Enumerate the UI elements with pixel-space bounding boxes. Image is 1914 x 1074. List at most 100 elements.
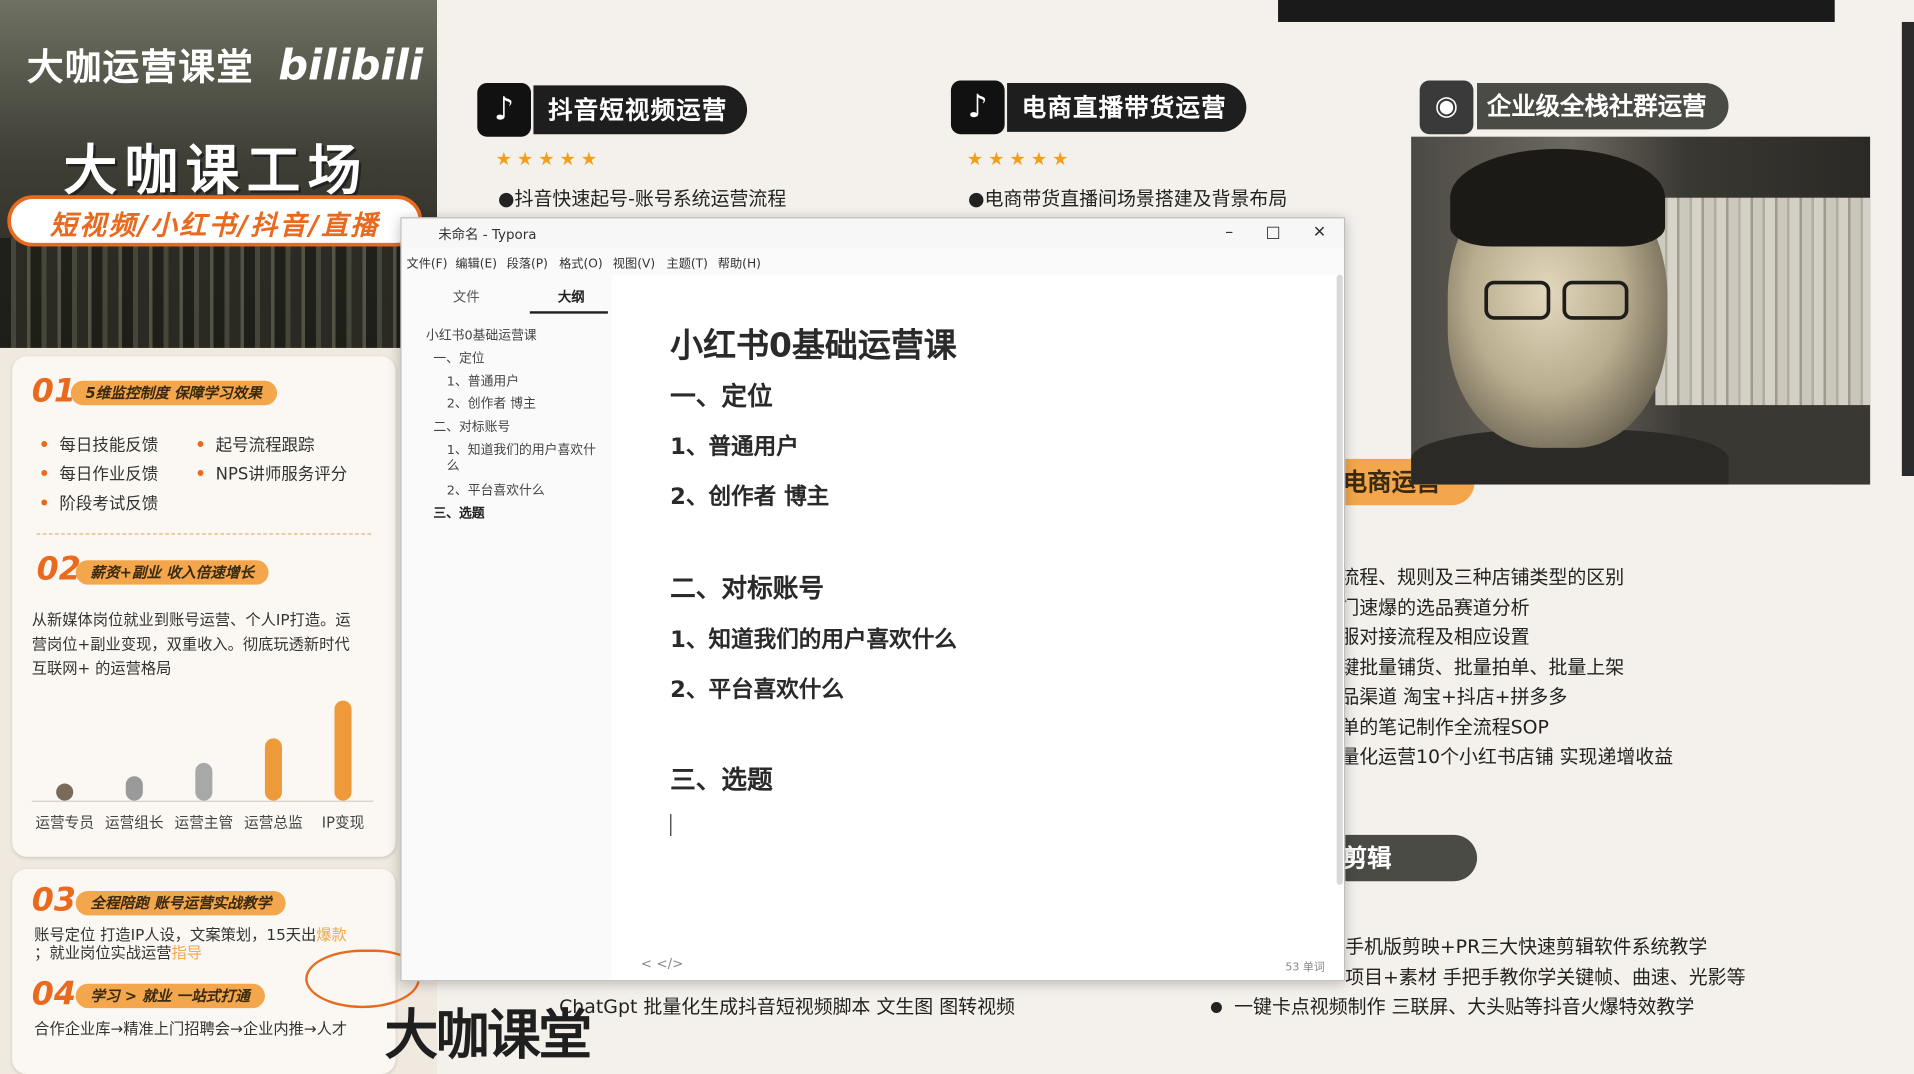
chart-bar: [125, 775, 143, 801]
minimize-icon[interactable]: –: [1207, 221, 1251, 245]
bullet-dot-icon: [1210, 1002, 1222, 1014]
typora-window[interactable]: 未命名 - Typora – □ ✕ 文件(F) 编辑(E) 段落(P) 格式(…: [400, 217, 1346, 982]
bullet-item: • 阶段考试反馈: [39, 494, 159, 514]
close-icon[interactable]: ✕: [1298, 221, 1342, 245]
chart-category-label: 运营主管: [174, 814, 234, 832]
course-line: 手机版剪映+PR三大快速剪辑软件系统教学: [1345, 936, 1708, 959]
section-title: 薪资+副业 收入倍速增长: [75, 560, 269, 585]
menu-help[interactable]: 帮助(H): [718, 253, 761, 271]
chart-category-label: 运营组长: [104, 814, 164, 832]
right-dark-edge: [1901, 21, 1914, 476]
tiktok-icon: ♪: [477, 82, 532, 137]
section-number: 03: [31, 882, 76, 920]
outline-item-active[interactable]: 三、选题: [433, 507, 484, 523]
course-line: 一键卡点视频制作 三联屏、大头贴等抖音火爆特效教学: [1210, 992, 1694, 1019]
maximize-icon[interactable]: □: [1251, 221, 1295, 245]
editor-area[interactable]: 小红书0基础运营课 一、定位 1、普通用户 2、创作者 博主 二、对标账号 1、…: [611, 274, 1335, 981]
course-title: 企业级全栈社群运营: [1477, 82, 1729, 130]
chart-category-label: IP变现: [321, 814, 365, 832]
course-line: 键批量铺货、批量拍单、批量上架: [1340, 656, 1625, 679]
window-title: 未命名 - Typora: [438, 227, 537, 243]
section-text: 互联网+ 的运营格局: [31, 659, 172, 678]
doc-heading[interactable]: 二、对标账号: [670, 569, 824, 606]
bilibili-logo: bilibili: [278, 41, 424, 91]
rating-stars: ★★★★★: [966, 147, 1074, 170]
course-line: 门速爆的选品赛道分析: [1340, 596, 1530, 619]
menu-format[interactable]: 格式(O): [559, 253, 603, 271]
text-caret: [670, 814, 672, 837]
promo-left-panel: 大咖运营课堂 bilibili 大咖课工场 短视频/小红书/抖音/直播 01 5…: [0, 0, 438, 1074]
course-line: ChatGpt 批量化生成抖音短视频脚本 文生图 图转视频: [559, 995, 1015, 1018]
window-titlebar[interactable]: 未命名 - Typora – □ ✕: [401, 218, 1344, 248]
doc-heading[interactable]: 三、选题: [670, 760, 773, 797]
menu-view[interactable]: 视图(V): [613, 253, 655, 271]
chart-bar: [334, 700, 352, 801]
webcam-video-overlay: [1411, 136, 1871, 485]
chart-bar: [264, 738, 282, 801]
section-text: 从新媒体岗位就业到账号运营、个人IP打造。运: [31, 610, 351, 629]
scrollbar[interactable]: [1336, 274, 1343, 885]
presenter-hair: [1450, 148, 1666, 247]
outline-item[interactable]: 2、创作者 博主: [447, 397, 536, 413]
bullet-item: • 每日技能反馈: [39, 435, 159, 456]
brand-logo-text: 大咖运营课堂: [26, 46, 254, 90]
outline-item[interactable]: 一、定位: [433, 352, 484, 368]
tab-files[interactable]: 文件: [453, 287, 480, 307]
course-line: ●抖音快速起号-账号系统运营流程: [498, 187, 787, 210]
chart-bar: [56, 783, 74, 801]
hero-banner-area: 大咖运营课堂 bilibili 大咖课工场 短视频/小红书/抖音/直播: [0, 0, 438, 348]
section-text: 营岗位+副业变现，双重收入。彻底玩透新时代: [31, 634, 350, 653]
doc-subheading[interactable]: 2、创作者 博主: [670, 480, 829, 512]
doc-title[interactable]: 小红书0基础运营课: [670, 319, 957, 367]
glasses-icon: [1562, 280, 1629, 320]
outline-item[interactable]: 二、对标账号: [433, 420, 510, 436]
section-text: 合作企业库→精准上门招聘会→企业内推→人才: [34, 1019, 348, 1038]
top-dark-bar: [1278, 0, 1835, 22]
section-number: 02: [36, 551, 81, 589]
chart-bar: [195, 763, 213, 801]
active-tab-indicator: [529, 311, 608, 314]
course-line: 项目+素材 手把手教你学关键帧、曲速、光影等: [1345, 966, 1746, 989]
course-line: ●电商带货直播间场景搭建及背景布局: [968, 187, 1288, 210]
tab-outline[interactable]: 大纲: [558, 287, 585, 307]
course-line: 品渠道 淘宝+抖店+拼多多: [1340, 685, 1568, 708]
doc-heading[interactable]: 一、定位: [670, 377, 773, 414]
section-title: 5维监控制度 保障学习效果: [70, 380, 277, 406]
section-number: 01: [31, 373, 76, 411]
section-text: ；就业岗位实战运营指导: [34, 943, 203, 962]
menu-theme[interactable]: 主题(T): [667, 253, 708, 271]
rating-stars: ★★★★★: [495, 147, 603, 170]
hero-title: 大咖课工场: [63, 140, 369, 203]
city-skyline-image: [0, 237, 438, 348]
bullet-item: • NPS讲师服务评分: [195, 465, 348, 485]
source-mode-toggle[interactable]: < </>: [641, 956, 684, 972]
salary-growth-chart: 运营专员 运营组长 运营主管 运营总监 IP变现: [31, 683, 374, 836]
bullet-item: • 每日作业反馈: [39, 465, 159, 485]
outline-item[interactable]: 1、知道我们的用户喜欢什: [447, 443, 596, 459]
doc-subheading[interactable]: 1、普通用户: [670, 430, 799, 462]
tiktok-icon: ♪: [950, 80, 1005, 135]
outline-item[interactable]: 2、平台喜欢什么: [447, 483, 545, 499]
menu-edit[interactable]: 编辑(E): [455, 253, 497, 271]
bullet-item: • 起号流程跟踪: [195, 435, 315, 456]
menu-file[interactable]: 文件(F): [406, 253, 447, 271]
hero-topic-banner: 短视频/小红书/抖音/直播: [7, 195, 423, 247]
bookshelf-image: [1655, 197, 1871, 406]
section-title: 全程陪跑 账号运营实战教学: [75, 890, 286, 916]
menu-paragraph[interactable]: 段落(P): [507, 253, 548, 271]
hero-topic-text: 短视频/小红书/抖音/直播: [49, 211, 380, 242]
section-title: 学习 > 就业 一站式打通: [75, 983, 265, 1009]
outline-item[interactable]: 1、普通用户: [447, 375, 519, 391]
course-title: 抖音短视频运营: [533, 85, 748, 135]
word-count[interactable]: 53 单词: [1285, 958, 1324, 974]
doc-subheading[interactable]: 2、平台喜欢什么: [670, 672, 844, 704]
chart-category-label: 运营专员: [35, 814, 94, 832]
doc-subheading[interactable]: 1、知道我们的用户喜欢什么: [670, 622, 957, 654]
course-line: 服对接流程及相应设置: [1340, 626, 1530, 649]
chart-category-label: 运营总监: [244, 814, 303, 832]
glasses-icon: [1484, 280, 1551, 320]
outline-item[interactable]: 小红书0基础运营课: [426, 328, 537, 344]
course-title: 电商直播带货运营: [1007, 82, 1247, 132]
chart-baseline: [31, 800, 374, 802]
course-line: 量化运营10个小红书店铺 实现递增收益: [1340, 745, 1674, 768]
